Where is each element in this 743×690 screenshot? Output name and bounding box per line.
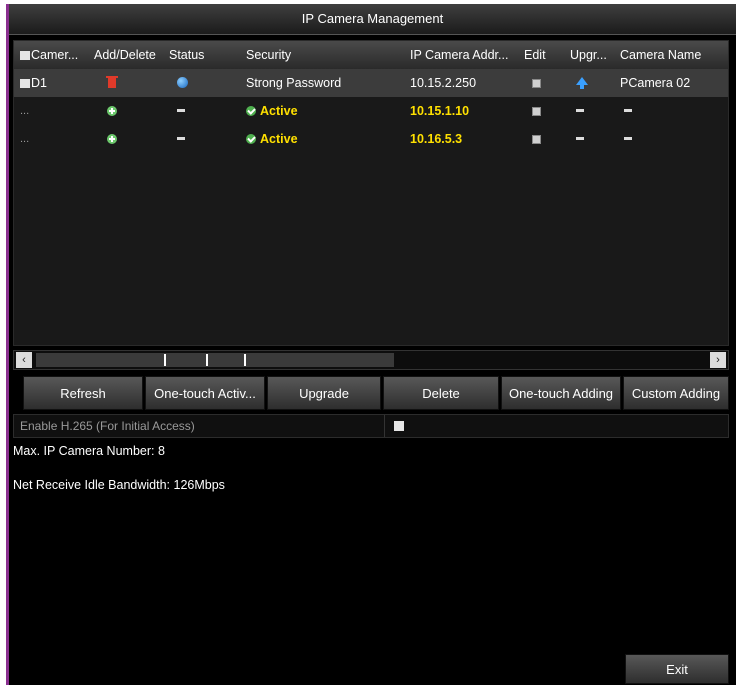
edit-cell — [524, 97, 568, 125]
divider — [384, 415, 385, 437]
header-camera[interactable]: Camer... — [20, 41, 92, 69]
table-row[interactable]: D1 Strong Password 10.15.2.250 PCamera 0… — [14, 69, 728, 97]
camera-name-dash — [624, 109, 632, 112]
upgrade-cell — [570, 125, 620, 153]
add-icon[interactable] — [107, 134, 117, 144]
max-camera-number: Max. IP Camera Number: 8 — [13, 444, 165, 458]
scroll-tick — [206, 354, 208, 366]
security-cell: Active — [246, 97, 406, 125]
check-icon — [246, 134, 256, 144]
security-value: Strong Password — [246, 76, 342, 90]
upgrade-dash — [576, 109, 584, 112]
camera-name-dash — [624, 137, 632, 140]
security-value: Active — [260, 132, 298, 146]
edit-cell — [524, 125, 568, 153]
h265-option-row: Enable H.265 (For Initial Access) — [13, 414, 729, 438]
window-title: IP Camera Management — [9, 4, 736, 35]
status-dash — [177, 109, 185, 112]
one-touch-activate-button[interactable]: One-touch Activ... — [145, 376, 265, 410]
edit-icon[interactable] — [532, 79, 541, 88]
header-upgrade[interactable]: Upgr... — [570, 41, 620, 69]
scroll-left-button[interactable]: ‹ — [16, 352, 32, 368]
status-cell — [169, 69, 239, 97]
h265-checkbox[interactable] — [394, 421, 404, 431]
upgrade-icon[interactable] — [576, 77, 588, 89]
camera-id: D1 — [31, 76, 47, 90]
camera-id: ... — [20, 133, 30, 145]
security-cell: Active — [246, 125, 406, 153]
scroll-right-button[interactable]: › — [710, 352, 726, 368]
ip-address-value: 10.15.1.10 — [410, 104, 470, 118]
edit-cell — [524, 69, 568, 97]
camera-id: ... — [20, 105, 30, 117]
status-cell — [169, 97, 239, 125]
security-value: Active — [260, 104, 298, 118]
edit-icon[interactable] — [532, 135, 541, 144]
ip-camera-management-window: IP Camera Management Camer... Add/Delete… — [6, 4, 736, 685]
scroll-tick — [244, 354, 246, 366]
one-touch-adding-button[interactable]: One-touch Adding — [501, 376, 621, 410]
horizontal-scrollbar[interactable]: ‹ › — [13, 350, 729, 370]
add-delete-cell — [94, 97, 166, 125]
camera-name-value: PCamera 02 — [620, 76, 691, 90]
exit-button[interactable]: Exit — [625, 654, 729, 684]
add-delete-cell — [94, 125, 166, 153]
delete-icon[interactable] — [106, 76, 118, 88]
status-cell — [169, 125, 239, 153]
camera-table: Camer... Add/Delete Status Security IP C… — [13, 40, 729, 346]
custom-adding-button[interactable]: Custom Adding — [623, 376, 729, 410]
header-ip-address[interactable]: IP Camera Addr... — [410, 41, 520, 69]
h265-label: Enable H.265 (For Initial Access) — [20, 419, 195, 433]
table-row[interactable]: ... Active 10.15.1.10 — [14, 97, 728, 125]
upgrade-dash — [576, 137, 584, 140]
header-camera-name[interactable]: Camera Name — [620, 41, 730, 69]
table-row[interactable]: ... Active 10.16.5.3 — [14, 125, 728, 153]
status-dash — [177, 137, 185, 140]
ip-address-value: 10.15.2.250 — [410, 76, 477, 90]
header-camera-label: Camer... — [31, 48, 79, 62]
upgrade-button[interactable]: Upgrade — [267, 376, 381, 410]
header-edit[interactable]: Edit — [524, 41, 568, 69]
delete-button[interactable]: Delete — [383, 376, 499, 410]
header-security[interactable]: Security — [246, 41, 406, 69]
select-all-checkbox[interactable] — [20, 51, 30, 60]
camera-name-cell — [620, 97, 730, 125]
row-camera-cell: D1 — [20, 69, 92, 97]
net-receive-bandwidth: Net Receive Idle Bandwidth: 126Mbps — [13, 478, 225, 492]
camera-name-cell — [620, 125, 730, 153]
edit-icon[interactable] — [532, 107, 541, 116]
upgrade-cell — [570, 69, 620, 97]
upgrade-cell — [570, 97, 620, 125]
header-add-delete[interactable]: Add/Delete — [94, 41, 166, 69]
check-icon — [246, 106, 256, 116]
header-status[interactable]: Status — [169, 41, 239, 69]
scrollbar-thumb[interactable] — [36, 353, 394, 367]
add-icon[interactable] — [107, 106, 117, 116]
table-header: Camer... Add/Delete Status Security IP C… — [14, 41, 728, 69]
row-checkbox[interactable] — [20, 79, 30, 88]
refresh-button[interactable]: Refresh — [23, 376, 143, 410]
add-delete-cell — [94, 69, 166, 97]
status-icon — [177, 77, 188, 88]
ip-address-value: 10.16.5.3 — [410, 132, 463, 146]
scroll-tick — [164, 354, 166, 366]
